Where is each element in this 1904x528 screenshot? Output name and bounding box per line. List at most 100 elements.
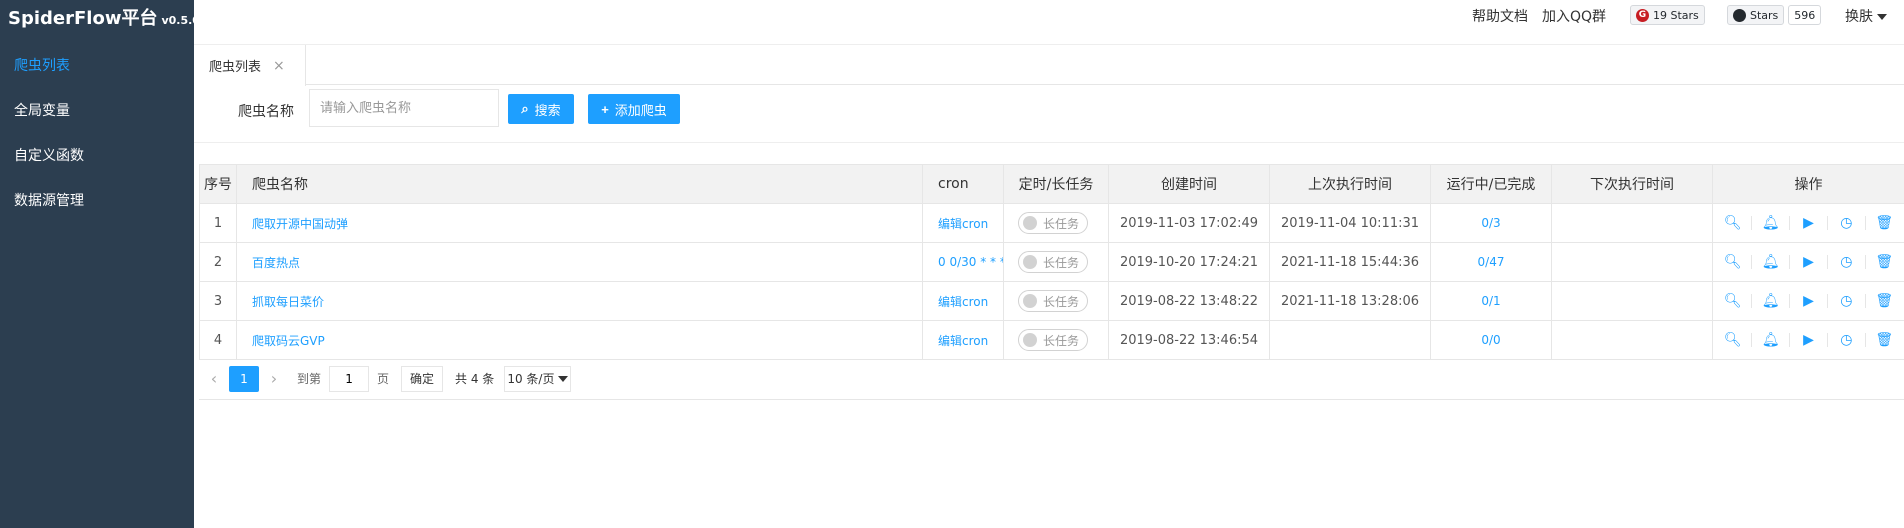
goto-confirm-button[interactable]: 确定 xyxy=(401,365,444,392)
sidebar-menu: 爬虫列表 全局变量 自定义函数 数据源管理 xyxy=(0,44,194,224)
run-status-link[interactable]: 0/0 xyxy=(1481,333,1500,347)
goto-page-input[interactable] xyxy=(329,365,370,392)
trash-icon[interactable]: 🗑︎ xyxy=(1875,293,1893,309)
spider-name-link[interactable]: 爬取开源中国动弹 xyxy=(252,217,348,231)
action-divider xyxy=(1864,216,1866,230)
run-icon[interactable]: ▶ xyxy=(1799,254,1817,270)
sidebar-item-global-variables[interactable]: 全局变量 xyxy=(0,89,194,134)
table-row: 3 抓取每日菜价 编辑cron 长任务 2019-08-22 13:48:22 … xyxy=(199,281,1904,321)
gitee-icon: G xyxy=(1636,8,1649,22)
next-run-time xyxy=(1551,203,1713,243)
trash-icon[interactable]: 🗑︎ xyxy=(1875,254,1893,270)
run-icon[interactable]: ▶ xyxy=(1799,215,1817,231)
search-label: 爬虫名称 xyxy=(238,104,294,120)
toggle-knob xyxy=(1023,294,1037,308)
bell-icon[interactable]: 🔔︎ xyxy=(1762,215,1780,231)
action-divider xyxy=(1826,216,1828,230)
help-docs-link[interactable]: 帮助文档 xyxy=(1472,6,1528,26)
join-qq-link[interactable]: 加入QQ群 xyxy=(1542,6,1606,26)
history-icon[interactable]: ◷ xyxy=(1837,332,1855,348)
run-status-link[interactable]: 0/47 xyxy=(1478,255,1505,269)
github-icon xyxy=(1733,8,1746,22)
history-icon[interactable]: ◷ xyxy=(1837,215,1855,231)
add-spider-button-label: 添加爬虫 xyxy=(614,102,667,118)
cron-link[interactable]: 编辑cron xyxy=(938,295,988,309)
long-task-toggle[interactable]: 长任务 xyxy=(1018,329,1088,351)
prev-page-icon[interactable]: ‹ xyxy=(199,369,229,388)
sidebar: SpiderFlow平台 v0.5.0 爬虫列表 全局变量 自定义函数 数据源管理 xyxy=(0,0,200,528)
plus-icon: + xyxy=(601,101,609,117)
view-log-icon[interactable]: 🔍︎ xyxy=(1724,293,1742,309)
bell-icon[interactable]: 🔔︎ xyxy=(1762,293,1780,309)
long-task-toggle[interactable]: 长任务 xyxy=(1018,212,1088,234)
chevron-down-icon xyxy=(1877,14,1887,20)
github-stars-badge[interactable]: Stars 596 xyxy=(1727,5,1822,25)
cron-link[interactable]: 编辑cron xyxy=(938,217,988,231)
last-run-time: 2019-11-04 10:11:31 xyxy=(1269,203,1431,243)
page-size-select[interactable]: 10 条/页 xyxy=(504,365,572,392)
current-page-button[interactable]: 1 xyxy=(229,365,259,392)
goto-label: 到第 xyxy=(297,372,322,386)
close-icon[interactable]: × xyxy=(273,58,285,74)
trash-icon[interactable]: 🗑︎ xyxy=(1875,332,1893,348)
tab-label: 爬虫列表 xyxy=(209,60,262,75)
toggle-knob xyxy=(1023,333,1037,347)
search-icon: ⌕ xyxy=(521,101,529,116)
toggle-label: 长任务 xyxy=(1043,333,1080,348)
spider-name-input[interactable] xyxy=(309,89,499,127)
search-button[interactable]: ⌕ 搜索 xyxy=(508,94,574,124)
action-divider xyxy=(1789,294,1791,308)
search-button-label: 搜索 xyxy=(534,102,561,118)
cron-link[interactable]: 编辑cron xyxy=(938,334,988,348)
table-header-row: 序号 爬虫名称 cron 定时/长任务 创建时间 上次执行时间 运行中/已完成 … xyxy=(199,164,1904,204)
action-divider xyxy=(1864,333,1866,347)
spider-name-link[interactable]: 百度热点 xyxy=(252,256,300,270)
sidebar-item-custom-functions[interactable]: 自定义函数 xyxy=(0,134,194,179)
action-divider xyxy=(1751,255,1753,269)
next-run-time xyxy=(1551,242,1713,282)
created-time: 2019-10-20 17:24:21 xyxy=(1108,242,1270,282)
header-created-time: 创建时间 xyxy=(1108,164,1270,204)
gitee-stars-badge[interactable]: G 19 Stars xyxy=(1630,5,1705,25)
history-icon[interactable]: ◷ xyxy=(1837,293,1855,309)
bell-icon[interactable]: 🔔︎ xyxy=(1762,332,1780,348)
header-cron: cron xyxy=(922,164,1004,204)
header-task-type: 定时/长任务 xyxy=(1003,164,1109,204)
view-log-icon[interactable]: 🔍︎ xyxy=(1724,215,1742,231)
toggle-knob xyxy=(1023,255,1037,269)
page-unit-label: 页 xyxy=(377,372,390,386)
action-divider xyxy=(1864,294,1866,308)
last-run-time: 2021-11-18 15:44:36 xyxy=(1269,242,1431,282)
add-spider-button[interactable]: + 添加爬虫 xyxy=(588,94,680,124)
run-status-link[interactable]: 0/1 xyxy=(1481,294,1500,308)
skin-dropdown[interactable]: 换肤 xyxy=(1845,6,1887,26)
page-size-value: 10 条/页 xyxy=(507,372,555,386)
table-row: 1 爬取开源中国动弹 编辑cron 长任务 2019-11-03 17:02:4… xyxy=(199,203,1904,243)
view-log-icon[interactable]: 🔍︎ xyxy=(1724,332,1742,348)
created-time: 2019-11-03 17:02:49 xyxy=(1108,203,1270,243)
search-bar: 爬虫名称 ⌕ 搜索 + 添加爬虫 xyxy=(194,85,1904,143)
next-page-icon[interactable]: › xyxy=(259,369,289,388)
header-last-run-time: 上次执行时间 xyxy=(1269,164,1431,204)
cron-link[interactable]: 0 0/30 * * * ? xyxy=(938,255,1003,269)
sidebar-item-spider-list[interactable]: 爬虫列表 xyxy=(0,44,194,89)
trash-icon[interactable]: 🗑︎ xyxy=(1875,215,1893,231)
view-log-icon[interactable]: 🔍︎ xyxy=(1724,254,1742,270)
sidebar-item-datasource[interactable]: 数据源管理 xyxy=(0,179,194,224)
run-status-link[interactable]: 0/3 xyxy=(1481,216,1500,230)
spider-table: 序号 爬虫名称 cron 定时/长任务 创建时间 上次执行时间 运行中/已完成 … xyxy=(199,164,1904,360)
pagination: ‹ 1 › 到第 页 确定 共 4 条 10 条/页 xyxy=(199,358,1904,400)
run-icon[interactable]: ▶ xyxy=(1799,293,1817,309)
long-task-toggle[interactable]: 长任务 xyxy=(1018,290,1088,312)
row-actions: 🔍︎ 🔔︎ ▶ ◷ 🗑︎ xyxy=(1714,215,1904,231)
history-icon[interactable]: ◷ xyxy=(1837,254,1855,270)
toggle-label: 长任务 xyxy=(1043,255,1080,270)
run-icon[interactable]: ▶ xyxy=(1799,332,1817,348)
gitee-stars-label: 19 Stars xyxy=(1653,8,1699,22)
bell-icon[interactable]: 🔔︎ xyxy=(1762,254,1780,270)
spider-name-link[interactable]: 抓取每日菜价 xyxy=(252,295,324,309)
long-task-toggle[interactable]: 长任务 xyxy=(1018,251,1088,273)
toggle-label: 长任务 xyxy=(1043,216,1080,231)
tab-spider-list[interactable]: 爬虫列表 × xyxy=(194,45,306,86)
spider-name-link[interactable]: 爬取码云GVP xyxy=(252,334,325,348)
